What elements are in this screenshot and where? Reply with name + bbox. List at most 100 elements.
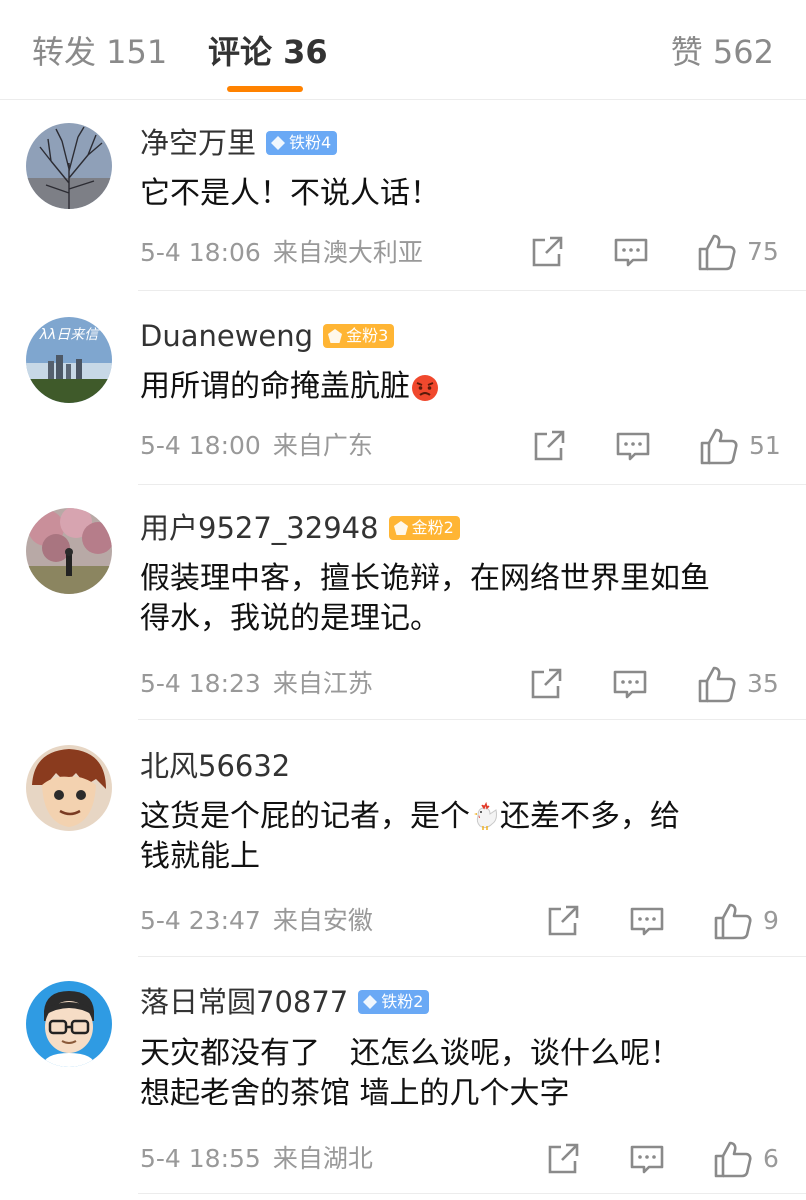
username-text[interactable]: 用户9527_32948: [140, 511, 379, 545]
comment-time: 5-4 18:00: [140, 431, 261, 460]
comment-source: 来自江苏: [272, 669, 373, 698]
comment-bubble-icon: [630, 1145, 664, 1174]
comment-username[interactable]: 用户9527_32948 金粉2: [140, 511, 460, 545]
like-button[interactable]: 75: [697, 232, 779, 272]
comment-meta: 5-4 18:23 来自江苏: [140, 669, 373, 699]
comment-text-body: 用所谓的命掩盖肮脏: [140, 369, 410, 404]
comment-bubble-icon: [613, 670, 647, 699]
thumbs-up-icon: [714, 903, 752, 940]
username-text[interactable]: 北风56632: [140, 749, 290, 783]
fan-badge: 铁粉2: [358, 990, 430, 1014]
comment-text: 天灾都没有了 还怎么谈呢，谈什么呢！ 想起老舍的茶馆 墙上的几个大字: [140, 1034, 790, 1114]
reply-button[interactable]: [612, 666, 648, 702]
comment-text-line: 假装理中客，擅长诡辩，在网络世界里如鱼: [140, 561, 710, 596]
comment-divider: [138, 1193, 806, 1194]
comment-source: 来自安徽: [272, 906, 373, 935]
like-button[interactable]: 6: [713, 1139, 779, 1179]
fan-badge-label: 铁粉4: [289, 133, 332, 152]
comment-bubble-icon: [630, 907, 664, 936]
share-edit-icon: [532, 236, 563, 267]
comment-username[interactable]: 北风56632: [140, 749, 290, 783]
username-text[interactable]: Duaneweng: [140, 319, 313, 353]
reply-button[interactable]: [629, 903, 665, 939]
thumbs-up-icon: [714, 1141, 752, 1178]
like-count: 35: [747, 669, 779, 698]
fan-badge: 金粉2: [388, 516, 460, 540]
username-text[interactable]: 落日常圆70877: [140, 985, 348, 1019]
repost-button[interactable]: [545, 1141, 581, 1177]
like-button[interactable]: 9: [713, 901, 779, 941]
angry-face-emoji: [412, 375, 438, 401]
tab-likes[interactable]: 赞 562: [671, 32, 774, 72]
comment-divider: [138, 956, 806, 957]
reply-button[interactable]: [629, 1141, 665, 1177]
thumbs-up-icon: [698, 666, 736, 703]
fan-badge-label: 金粉3: [346, 326, 389, 345]
comment-meta: 5-4 18:55 来自湖北: [140, 1144, 373, 1174]
fan-badge: 金粉3: [323, 324, 395, 348]
avatar[interactable]: [26, 981, 112, 1067]
fan-badge: 铁粉4: [266, 131, 338, 155]
comment-text: 假装理中客，擅长诡辩，在网络世界里如鱼 得水，我说的是理记。: [140, 559, 790, 639]
like-button[interactable]: 51: [699, 426, 781, 466]
comment-meta: 5-4 23:47 来自安徽: [140, 906, 373, 936]
svg-text:λλ日来信: λλ日来信: [39, 327, 101, 343]
comment-bubble-icon: [616, 432, 650, 461]
repost-button[interactable]: [531, 428, 567, 464]
comment-text-line: 想起老舍的茶馆 墙上的几个大字: [140, 1076, 570, 1111]
avatar[interactable]: λλ日来信: [26, 317, 112, 403]
repost-button[interactable]: [545, 903, 581, 939]
reply-button[interactable]: [613, 234, 649, 270]
comment-meta: 5-4 18:00 来自广东: [140, 431, 373, 461]
comment-source: 来自湖北: [272, 1144, 373, 1173]
avatar[interactable]: [26, 745, 112, 831]
like-count: 51: [749, 431, 781, 460]
comment-bubble-icon: [614, 238, 648, 267]
comment-text-line: 钱就能上: [140, 839, 260, 874]
comment-divider: [138, 719, 806, 720]
reply-button[interactable]: [615, 428, 651, 464]
share-edit-icon: [531, 668, 562, 699]
avatar[interactable]: [26, 123, 112, 209]
repost-button[interactable]: [528, 666, 564, 702]
comment-username[interactable]: Duaneweng 金粉3: [140, 319, 395, 353]
like-count: 75: [747, 237, 779, 266]
comment-source: 来自广东: [272, 431, 373, 460]
thumbs-up-icon: [700, 428, 738, 465]
share-edit-icon: [548, 1143, 579, 1174]
comment-divider: [138, 484, 806, 485]
comment-text-part: 这货是个屁的记者，是个: [140, 799, 470, 834]
comment-time: 5-4 23:47: [140, 906, 261, 935]
diamond-icon: [271, 136, 286, 150]
comment-username[interactable]: 净空万里 铁粉4: [140, 126, 338, 160]
comment-text: 它不是人！不说人话！: [140, 176, 440, 211]
tab-comments[interactable]: 评论 36: [208, 32, 328, 72]
comment-text: 用所谓的命掩盖肮脏: [140, 367, 790, 407]
rooster-emoji: [474, 802, 497, 830]
thumbs-up-icon: [698, 234, 736, 271]
comment-meta: 5-4 18:06 来自澳大利亚: [140, 238, 423, 268]
comment-tab-bar: 转发 151 评论 36 赞 562: [0, 0, 806, 100]
pentagon-icon: [393, 521, 408, 535]
tab-reposts[interactable]: 转发 151: [32, 32, 167, 72]
like-button[interactable]: 35: [697, 664, 779, 704]
comment-time: 5-4 18:23: [140, 669, 261, 698]
comment-divider: [138, 290, 806, 291]
diamond-icon: [363, 995, 378, 1009]
share-edit-icon: [534, 430, 565, 461]
like-count: 6: [763, 1144, 779, 1173]
comment-time: 5-4 18:06: [140, 238, 261, 267]
avatar[interactable]: [26, 508, 112, 594]
comment-text-line: 天灾都没有了 还怎么谈呢，谈什么呢！: [140, 1036, 680, 1071]
comment-text-line: 这货是个屁的记者，是个 还差不多，给: [140, 797, 790, 837]
comment-text-part: 还差不多，给: [500, 799, 680, 834]
repost-button[interactable]: [529, 234, 565, 270]
comment-source: 来自澳大利亚: [272, 238, 423, 267]
fan-badge-label: 铁粉2: [381, 992, 424, 1011]
share-edit-icon: [548, 905, 579, 936]
username-text[interactable]: 净空万里: [140, 126, 256, 160]
comment-text: 这货是个屁的记者，是个 还差不多，给 钱就能上: [140, 797, 790, 877]
comment-username[interactable]: 落日常圆70877 铁粉2: [140, 985, 430, 1019]
pentagon-icon: [328, 329, 343, 343]
active-tab-indicator: [227, 86, 303, 92]
